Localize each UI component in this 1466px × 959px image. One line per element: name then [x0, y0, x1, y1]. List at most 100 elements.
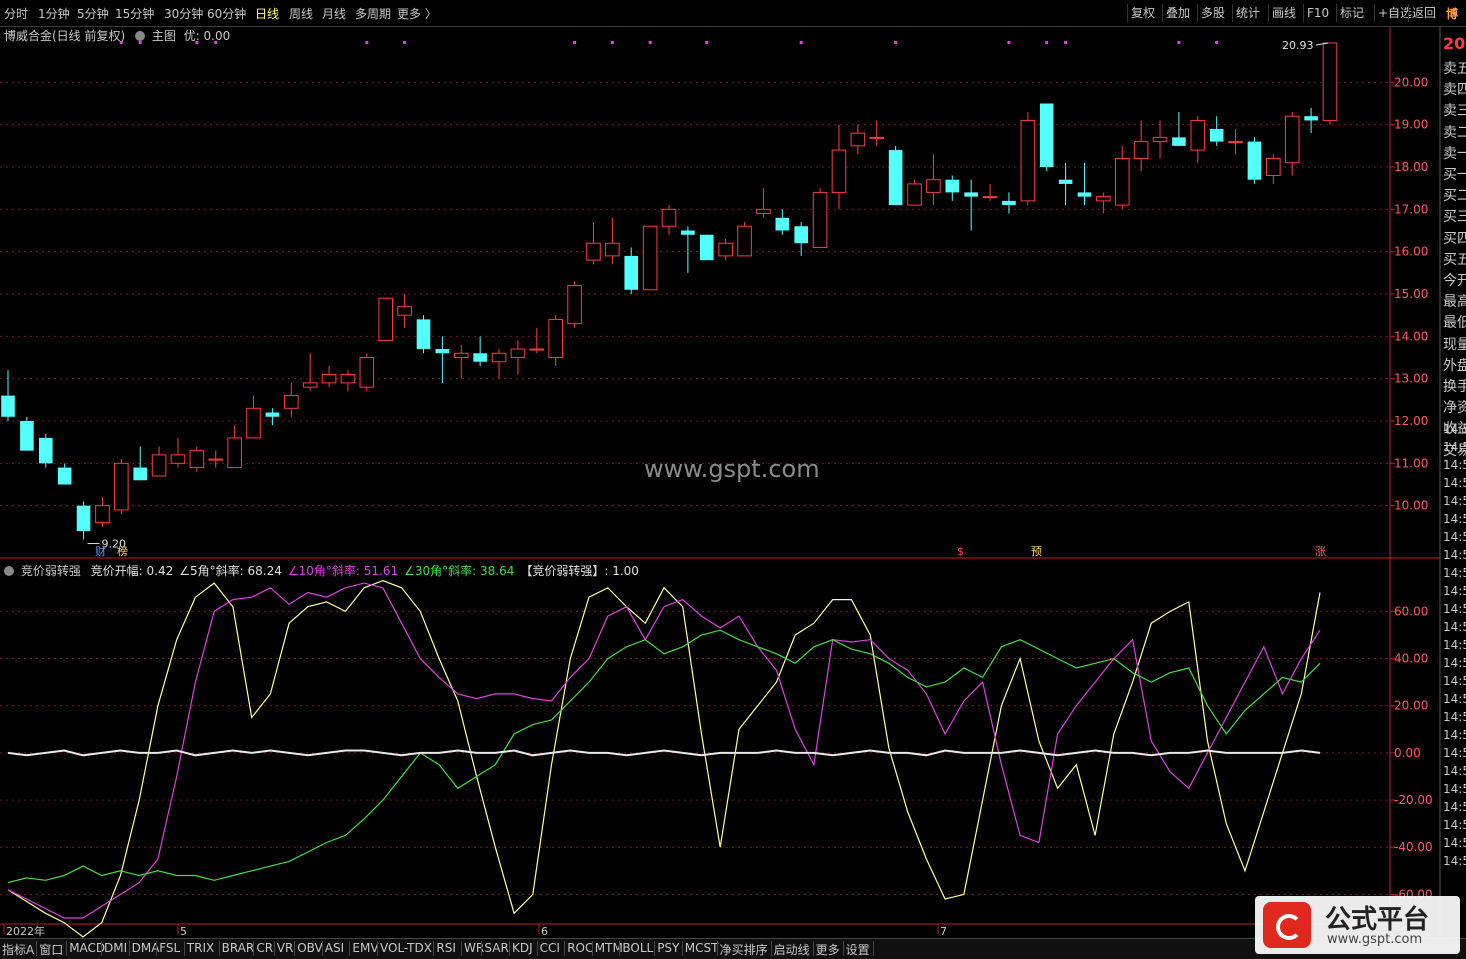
indicator-tab-27[interactable]: 设置: [846, 941, 870, 958]
main-chart-toggle-icon[interactable]: [135, 31, 146, 41]
candle: [473, 336, 487, 366]
indicator-series-line: [7, 629, 1321, 884]
tab-separator: [321, 941, 323, 956]
indicator-tab-22[interactable]: PSY: [657, 941, 679, 955]
indicator-tab-0[interactable]: 指标A: [2, 941, 34, 958]
candle-body-up: [378, 297, 394, 342]
candle-body-down: [38, 437, 53, 464]
indicator-tab-17[interactable]: KDJ: [512, 941, 533, 955]
candle-body-up: [756, 208, 771, 215]
event-marker: 涨: [1315, 545, 1326, 558]
indicator-tab-23[interactable]: MCST: [685, 941, 719, 955]
candle: [1, 370, 15, 421]
tab-separator: [536, 941, 538, 956]
signal-dot: [573, 41, 577, 44]
indicator-name[interactable]: 竞价弱转强: [21, 564, 81, 578]
indicator-tab-16[interactable]: SAR: [484, 941, 508, 955]
main-chart-label[interactable]: 主图: [152, 29, 176, 43]
indicator-tab-7[interactable]: BRAR: [222, 941, 255, 955]
quote-field-4: 卖一: [1443, 145, 1466, 162]
tick-time-17: 14:5: [1443, 728, 1466, 742]
toolbar-button-5[interactable]: F10: [1303, 4, 1332, 22]
indicator-tab-25[interactable]: 启动线: [774, 941, 810, 958]
toolbar-button-0[interactable]: 复权: [1127, 4, 1158, 22]
indicator-tab-9[interactable]: VR: [277, 941, 294, 955]
period-tab-3[interactable]: 15分钟: [115, 5, 154, 22]
signal-dot: [1215, 41, 1219, 44]
indicator-value-4: 【竞价弱转强】: 1.00: [520, 564, 639, 578]
tick-time-7: 14:5: [1443, 548, 1466, 562]
period-tab-9[interactable]: 多周期: [355, 5, 391, 22]
signal-dot: [1064, 41, 1068, 44]
toolbar-button-6[interactable]: 标记: [1336, 4, 1367, 22]
indicator-toggle-icon[interactable]: [4, 566, 14, 576]
tick-time-10: 14:5: [1443, 602, 1466, 616]
candle: [1058, 162, 1073, 206]
candle-body-down: [1209, 128, 1224, 142]
candle-body-up: [1228, 141, 1243, 144]
indicator-tab-26[interactable]: 更多: [816, 941, 840, 958]
tick-time-9: 14:5: [1443, 584, 1466, 598]
candle: [756, 188, 771, 218]
indicator-tab-13[interactable]: VOL-TDX: [380, 941, 432, 955]
indicator-tab-11[interactable]: ASI: [325, 941, 344, 955]
candle: [321, 365, 337, 388]
candle: [38, 433, 53, 468]
candle-body-up: [302, 382, 318, 388]
signal-dot: [403, 41, 407, 44]
indicator-tab-1[interactable]: 窗口: [39, 941, 63, 958]
candle-body-up: [661, 208, 677, 227]
tick-time-0: 14:5: [1443, 422, 1466, 436]
toolbar-button-2[interactable]: 多股: [1197, 4, 1228, 22]
quote-field-0: 卖五: [1443, 61, 1466, 77]
tab-separator: [461, 941, 462, 956]
candle-body-up: [737, 225, 752, 257]
indicator-tab-10[interactable]: OBV: [297, 941, 323, 955]
candle: [453, 344, 469, 379]
high-price-label: 20.93: [1282, 39, 1314, 52]
indicator-tab-2[interactable]: MACD: [69, 941, 105, 955]
toolbar-button-4[interactable]: 画线: [1268, 4, 1299, 22]
toolbar-button-8[interactable]: 返回: [1408, 4, 1439, 22]
candle-body-up: [95, 505, 110, 524]
candle: [850, 124, 866, 155]
toolbar-button-3[interactable]: 统计: [1232, 4, 1263, 22]
period-tab-4[interactable]: 30分钟: [164, 5, 203, 22]
tick-time-6: 14:5: [1443, 530, 1466, 544]
period-tab-8[interactable]: 月线: [322, 5, 346, 22]
period-tab-7[interactable]: 周线: [289, 5, 313, 22]
period-tab-0[interactable]: 分时: [4, 5, 28, 22]
candle: [1096, 192, 1111, 214]
candle: [945, 175, 960, 201]
candle-body-down: [57, 467, 72, 485]
candle-body-down: [1, 395, 15, 417]
period-tab-10[interactable]: 更多 〉: [397, 5, 437, 22]
price-tick-label: 18.00: [1394, 160, 1428, 174]
indicator-tab-6[interactable]: TRIX: [187, 941, 214, 955]
indicator-tick-label: 0.00: [1394, 746, 1421, 760]
indicator-tab-8[interactable]: CR: [256, 941, 273, 955]
period-tab-5[interactable]: 60分钟: [207, 5, 246, 22]
period-tab-1[interactable]: 1分钟: [38, 5, 70, 22]
indicator-tab-19[interactable]: ROC: [567, 941, 593, 955]
indicator-tab-21[interactable]: BOLL: [622, 941, 653, 955]
price-tick-label: 11.00: [1394, 456, 1428, 470]
indicator-tab-3[interactable]: DMI: [104, 941, 127, 955]
candle-body-up: [208, 458, 224, 461]
candle: [397, 294, 412, 328]
indicator-tab-5[interactable]: FSL: [159, 941, 180, 955]
candle: [907, 179, 922, 206]
candle: [1002, 192, 1016, 214]
indicator-tab-18[interactable]: CCI: [540, 941, 560, 955]
indicator-tab-24[interactable]: 净买排序: [720, 941, 768, 958]
candle: [982, 183, 998, 201]
indicator-tab-12[interactable]: EMV: [352, 941, 378, 955]
candle-body-down: [964, 192, 978, 197]
quote-field-10: 今开: [1443, 273, 1466, 289]
indicator-tab-14[interactable]: RSI: [436, 941, 456, 955]
candle-body-down: [624, 255, 639, 290]
period-tab-6[interactable]: 日线: [255, 5, 279, 22]
period-tab-2[interactable]: 5分钟: [77, 5, 109, 22]
toolbar-button-1[interactable]: 叠加: [1162, 4, 1193, 22]
candle-body-up: [453, 352, 469, 358]
